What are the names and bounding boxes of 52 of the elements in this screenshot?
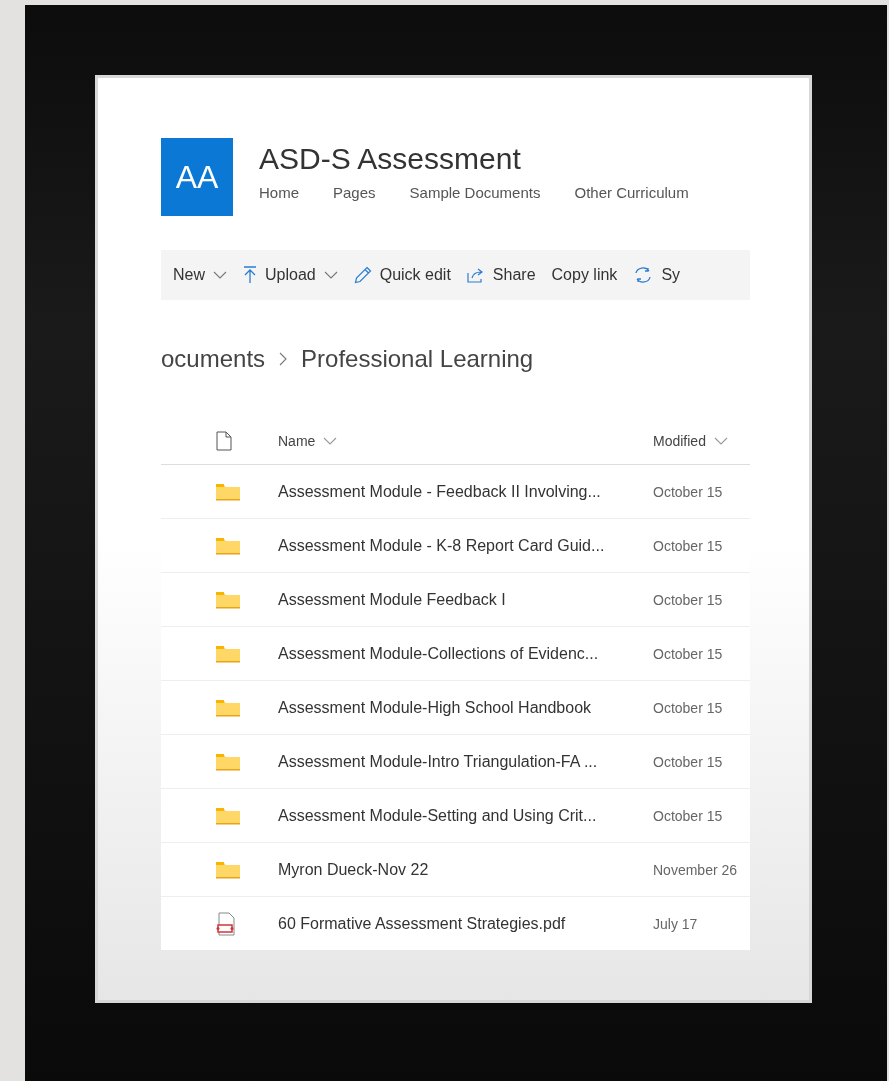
column-header[interactable]: Modified xyxy=(653,433,728,449)
nav-link[interactable]: Other Curriculum xyxy=(574,184,689,201)
chevron-right-icon xyxy=(279,352,288,366)
toolbar-button[interactable]: Quick edit xyxy=(345,266,459,284)
file-name-link[interactable]: Assessment Module-Collections of Evidenc... xyxy=(278,644,653,663)
modified-date: October 15 xyxy=(653,537,723,554)
modified-date: October 15 xyxy=(653,645,723,662)
pdf-file-icon xyxy=(216,911,236,936)
file-name-link[interactable]: Myron Dueck-Nov 22 xyxy=(278,860,653,879)
file-type-icon xyxy=(216,431,232,451)
modified-date: July 17 xyxy=(653,915,698,932)
modified-date: October 15 xyxy=(653,483,723,500)
folder-icon xyxy=(216,698,240,717)
modified-date: November 26 xyxy=(653,861,738,878)
folder-icon xyxy=(216,752,240,771)
file-name-link[interactable]: Assessment Module - K-8 Report Card Guid... xyxy=(278,536,653,555)
folder-icon xyxy=(216,482,240,501)
nav-link[interactable]: Home xyxy=(259,184,299,201)
folder-icon xyxy=(216,644,240,663)
column-header[interactable]: Name xyxy=(278,433,653,449)
upload-icon xyxy=(243,266,257,284)
pencil-icon xyxy=(353,266,372,284)
folder-icon xyxy=(216,806,240,825)
breadcrumb-link[interactable]: Professional Learning xyxy=(301,345,534,373)
file-name-link[interactable]: Assessment Module-Setting and Using Crit... xyxy=(278,806,653,825)
file-name-link[interactable]: Assessment Module-Intro Triangulation-FA ... xyxy=(278,752,653,771)
nav-link[interactable]: Sample Documents xyxy=(409,184,541,201)
file-name-link[interactable]: Assessment Module Feedback I xyxy=(278,590,653,609)
modified-date: October 15 xyxy=(653,591,723,608)
modified-date: October 15 xyxy=(653,807,723,824)
modified-date: October 15 xyxy=(653,753,723,770)
nav-link[interactable]: Pages xyxy=(333,184,376,201)
share-icon xyxy=(466,267,485,283)
file-name-link[interactable]: 60 Formative Assessment Strategies.pdf xyxy=(278,914,653,933)
file-name-link[interactable]: Assessment Module - Feedback II Involving... xyxy=(278,482,653,501)
toolbar-button[interactable]: Sy xyxy=(625,266,689,284)
folder-icon xyxy=(216,860,240,879)
toolbar-button[interactable]: Upload xyxy=(235,266,346,284)
toolbar-button[interactable]: New xyxy=(165,266,235,284)
chevron-down-icon xyxy=(213,271,227,279)
toolbar-button[interactable]: Share xyxy=(458,266,544,284)
modified-date: October 15 xyxy=(653,699,723,716)
folder-icon xyxy=(216,590,240,609)
toolbar-button[interactable]: Copy link xyxy=(543,266,626,284)
site-logo: AA xyxy=(161,138,233,216)
breadcrumb-link[interactable]: ocuments xyxy=(161,345,266,373)
file-name-link[interactable]: Assessment Module-High School Handbook xyxy=(278,698,653,717)
site-title: ASD-S Assessment xyxy=(259,142,522,176)
chevron-down-icon xyxy=(323,437,338,445)
chevron-down-icon xyxy=(323,271,338,279)
folder-icon xyxy=(216,536,240,555)
chevron-down-icon xyxy=(713,437,728,445)
